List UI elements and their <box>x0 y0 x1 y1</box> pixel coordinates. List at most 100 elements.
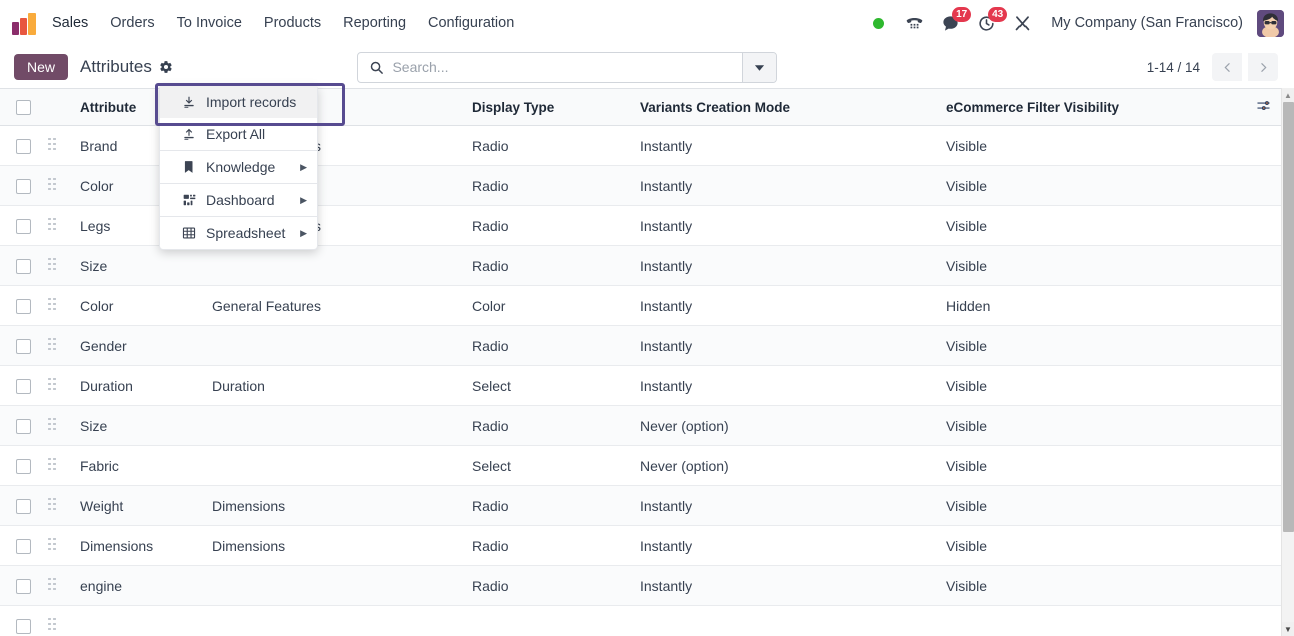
drag-handle-icon[interactable] <box>46 257 57 272</box>
search-dropdown-toggle[interactable] <box>742 52 777 82</box>
row-checkbox[interactable] <box>15 178 31 194</box>
cell-category[interactable]: General Features <box>212 285 472 326</box>
cell-ecommerce-filter-visibility[interactable]: Visible <box>946 165 1246 206</box>
cell-variants-creation-mode[interactable] <box>640 605 946 636</box>
table-row[interactable] <box>0 605 1281 636</box>
row-checkbox[interactable] <box>15 578 31 594</box>
cell-category[interactable]: Duration <box>212 365 472 406</box>
pager-next-button[interactable] <box>1248 53 1278 81</box>
row-checkbox[interactable] <box>15 418 31 434</box>
cell-ecommerce-filter-visibility[interactable]: Visible <box>946 485 1246 526</box>
cell-ecommerce-filter-visibility[interactable]: Visible <box>946 325 1246 366</box>
cell-display-type[interactable]: Radio <box>472 325 640 366</box>
green-dot-icon[interactable] <box>863 8 893 38</box>
cell-category[interactable] <box>212 245 472 286</box>
scrollbar-up-arrow-icon[interactable]: ▲ <box>1282 88 1294 102</box>
drag-handle-icon[interactable] <box>46 417 57 432</box>
row-checkbox[interactable] <box>15 458 31 474</box>
drag-handle-icon[interactable] <box>46 177 57 192</box>
cell-attribute[interactable]: Dimensions <box>80 525 212 566</box>
cell-ecommerce-filter-visibility[interactable]: Visible <box>946 565 1246 606</box>
cell-category[interactable] <box>212 565 472 606</box>
column-header-ecommerce-filter-visibility[interactable]: eCommerce Filter Visibility <box>946 88 1246 126</box>
cell-ecommerce-filter-visibility[interactable]: Visible <box>946 405 1246 446</box>
drag-handle-icon[interactable] <box>46 137 57 152</box>
wrench-screwdriver-icon[interactable] <box>1007 8 1037 38</box>
drag-handle-icon[interactable] <box>46 577 57 592</box>
row-checkbox[interactable] <box>15 338 31 354</box>
menu-item-knowledge[interactable]: Knowledge ▶ <box>160 151 317 183</box>
cell-category[interactable] <box>212 325 472 366</box>
column-header-variants-creation-mode[interactable]: Variants Creation Mode <box>640 88 946 126</box>
cell-variants-creation-mode[interactable]: Instantly <box>640 285 946 326</box>
drag-handle-icon[interactable] <box>46 457 57 472</box>
drag-handle-icon[interactable] <box>46 617 57 632</box>
vertical-scrollbar[interactable]: ▲ ▼ <box>1281 88 1294 636</box>
cell-category[interactable]: Dimensions <box>212 485 472 526</box>
search-view[interactable] <box>357 51 778 83</box>
cell-display-type[interactable]: Radio <box>472 245 640 286</box>
menu-item-spreadsheet[interactable]: Spreadsheet ▶ <box>160 217 317 249</box>
cell-ecommerce-filter-visibility[interactable]: Visible <box>946 525 1246 566</box>
cell-category[interactable]: Dimensions <box>212 525 472 566</box>
cell-variants-creation-mode[interactable]: Instantly <box>640 485 946 526</box>
cell-variants-creation-mode[interactable]: Instantly <box>640 325 946 366</box>
cell-display-type[interactable]: Radio <box>472 165 640 206</box>
nav-item-products[interactable]: Products <box>253 9 332 37</box>
table-row[interactable]: Color General Features Color Instantly Hidde… <box>0 285 1281 326</box>
table-row[interactable]: Duration Duration Select Instantly Visible <box>0 365 1281 406</box>
pager-range[interactable]: 1-14 / 14 <box>1147 60 1200 75</box>
drag-handle-icon[interactable] <box>46 217 57 232</box>
row-checkbox[interactable] <box>15 138 31 154</box>
cell-variants-creation-mode[interactable]: Instantly <box>640 125 946 166</box>
cell-attribute[interactable]: Weight <box>80 485 212 526</box>
cell-display-type[interactable]: Color <box>472 285 640 326</box>
row-checkbox[interactable] <box>15 218 31 234</box>
search-input[interactable] <box>392 52 743 82</box>
cell-ecommerce-filter-visibility[interactable]: Visible <box>946 245 1246 286</box>
column-settings-sliders-icon[interactable] <box>1256 98 1271 113</box>
gear-icon[interactable] <box>159 60 173 74</box>
cell-variants-creation-mode[interactable]: Instantly <box>640 525 946 566</box>
new-button[interactable]: New <box>14 54 69 80</box>
cell-display-type[interactable]: Select <box>472 365 640 406</box>
company-switcher[interactable]: My Company (San Francisco) <box>1043 15 1251 31</box>
cell-ecommerce-filter-visibility[interactable]: Visible <box>946 205 1246 246</box>
cell-display-type[interactable]: Select <box>472 445 640 486</box>
cell-attribute[interactable] <box>80 605 212 636</box>
dialpad-phone-icon[interactable] <box>899 8 929 38</box>
row-checkbox[interactable] <box>15 258 31 274</box>
cell-display-type[interactable]: Radio <box>472 525 640 566</box>
cell-variants-creation-mode[interactable]: Never (option) <box>640 405 946 446</box>
drag-handle-icon[interactable] <box>46 337 57 352</box>
cell-category[interactable] <box>212 605 472 636</box>
cell-ecommerce-filter-visibility[interactable]: Visible <box>946 365 1246 406</box>
table-row[interactable]: Fabric Select Never (option) Visible <box>0 445 1281 486</box>
cell-ecommerce-filter-visibility[interactable]: Visible <box>946 125 1246 166</box>
menu-item-dashboard[interactable]: Dashboard ▶ <box>160 184 317 216</box>
drag-handle-icon[interactable] <box>46 497 57 512</box>
row-checkbox[interactable] <box>15 378 31 394</box>
cell-variants-creation-mode[interactable]: Instantly <box>640 245 946 286</box>
nav-item-orders[interactable]: Orders <box>99 9 165 37</box>
menu-item-import-records[interactable]: Import records <box>160 86 317 118</box>
cell-category[interactable] <box>212 445 472 486</box>
nav-item-to-invoice[interactable]: To Invoice <box>166 9 253 37</box>
drag-handle-icon[interactable] <box>46 297 57 312</box>
clock-icon[interactable]: 43 <box>971 7 1008 38</box>
cell-variants-creation-mode[interactable]: Never (option) <box>640 445 946 486</box>
cell-display-type[interactable]: Radio <box>472 205 640 246</box>
table-row[interactable]: Size Radio Never (option) Visible <box>0 405 1281 446</box>
cell-attribute[interactable]: Color <box>80 285 212 326</box>
table-row[interactable]: Gender Radio Instantly Visible <box>0 325 1281 366</box>
cell-category[interactable] <box>212 405 472 446</box>
nav-item-reporting[interactable]: Reporting <box>332 9 417 37</box>
cell-variants-creation-mode[interactable]: Instantly <box>640 565 946 606</box>
chat-bubble-icon[interactable]: 17 <box>935 7 972 38</box>
table-row[interactable]: engine Radio Instantly Visible <box>0 565 1281 606</box>
cell-variants-creation-mode[interactable]: Instantly <box>640 205 946 246</box>
column-header-display-type[interactable]: Display Type <box>472 88 640 126</box>
cell-display-type[interactable]: Radio <box>472 125 640 166</box>
table-row[interactable]: Weight Dimensions Radio Instantly Visible <box>0 485 1281 526</box>
sales-bar-chart-logo[interactable] <box>12 11 38 35</box>
